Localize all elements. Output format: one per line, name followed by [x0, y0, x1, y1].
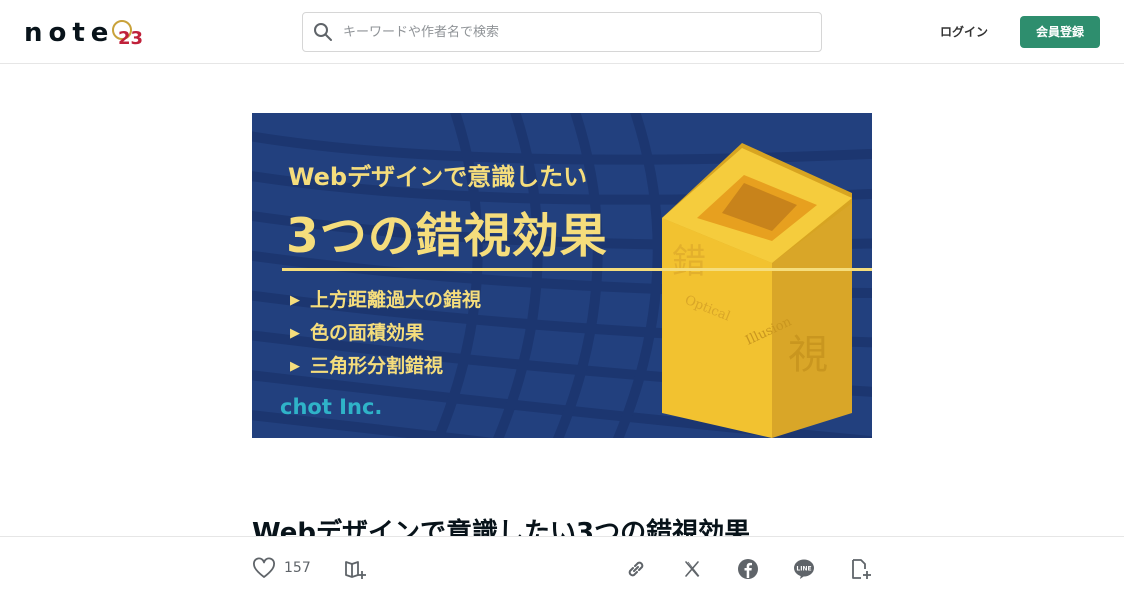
svg-text:LINE: LINE: [796, 566, 811, 573]
link-icon[interactable]: [624, 557, 648, 581]
article-eyecatch-image: 錯 視 Optical Illusion Webデザインで意識したい 3つの錯視…: [252, 113, 872, 438]
banner-bullet: ▶ 上方距離過大の錯視: [290, 289, 482, 311]
banner-divider: [282, 268, 872, 271]
search-input[interactable]: [343, 13, 803, 51]
logo-badge-23: 23: [112, 20, 144, 48]
heart-icon[interactable]: [252, 557, 276, 581]
banner-title: 3つの錯視効果: [286, 209, 608, 264]
svg-text:視: 視: [788, 332, 828, 378]
note-logo[interactable]: note 23: [24, 18, 148, 48]
triangle-bullet-icon: ▶: [290, 326, 300, 341]
svg-text:錯: 錯: [672, 242, 706, 282]
logo-wordmark: note: [24, 18, 115, 48]
magazine-add-icon[interactable]: [343, 557, 367, 581]
like-count[interactable]: 157: [284, 560, 311, 576]
site-header: note 23 ログイン 会員登録: [0, 0, 1124, 64]
search-icon: [314, 23, 332, 41]
svg-text:23: 23: [118, 28, 143, 48]
login-link[interactable]: ログイン: [930, 18, 998, 46]
banner-brand-logo: chot Inc.: [280, 395, 383, 419]
embed-icon[interactable]: [848, 557, 872, 581]
banner-bullet: ▶ 色の面積効果: [290, 322, 425, 344]
banner-bullet: ▶ 三角形分割錯視: [290, 355, 444, 377]
line-icon[interactable]: LINE: [792, 557, 816, 581]
banner-subtitle: Webデザインで意識したい: [288, 163, 588, 191]
search-box[interactable]: [302, 12, 822, 52]
triangle-bullet-icon: ▶: [290, 359, 300, 374]
cube-illustration: 錯 視 Optical Illusion: [662, 143, 852, 438]
triangle-bullet-icon: ▶: [290, 293, 300, 308]
signup-button[interactable]: 会員登録: [1020, 16, 1100, 48]
article-action-bar: 157 LINE: [0, 536, 1124, 600]
facebook-icon[interactable]: [736, 557, 760, 581]
x-icon[interactable]: [680, 557, 704, 581]
